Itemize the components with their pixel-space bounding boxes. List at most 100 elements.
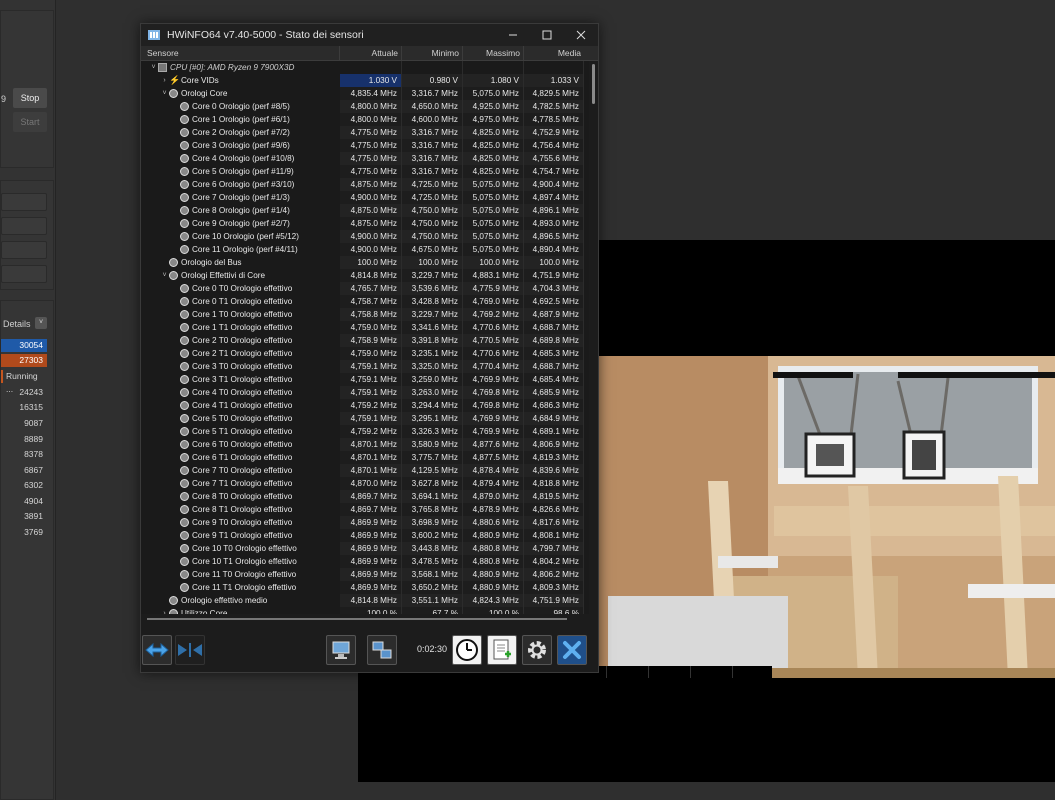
expand-toggle-icon[interactable]: › [160, 607, 169, 614]
value-current: 100.0 % [340, 607, 402, 614]
sensor-row[interactable]: Core 1 Orologio (perf #6/1) 4,800.0 MHz 4,… [141, 113, 589, 126]
clock-icon [180, 284, 189, 293]
expand-toggle-icon[interactable]: ˅ [160, 269, 169, 282]
sensor-row[interactable]: Core 10 T0 Orologio effettivo 4,869.9 MHz… [141, 542, 589, 555]
sensor-row[interactable]: Core 5 Orologio (perf #11/9) 4,775.0 MHz 3… [141, 165, 589, 178]
title-bar[interactable]: HWiNFO64 v7.40-5000 - Stato dei sensori [141, 24, 598, 46]
stop-button[interactable]: Stop [13, 88, 47, 108]
sensor-row[interactable]: Core 8 Orologio (perf #1/4) 4,875.0 MHz 4,… [141, 204, 589, 217]
expand-toggle-icon[interactable]: ˅ [160, 87, 169, 100]
bg-field-3[interactable] [1, 241, 47, 259]
sensor-row[interactable]: › Utilizzo Core 100.0 % 67.7 % 100.0 % 98.6 % [141, 607, 589, 614]
expand-toggle-icon[interactable]: ˅ [149, 61, 158, 74]
bg-value-10[interactable]: 4904 [1, 495, 47, 508]
sensor-row[interactable]: Core 7 Orologio (perf #1/3) 4,900.0 MHz 4,… [141, 191, 589, 204]
header-avg[interactable]: Media [524, 46, 598, 61]
sensor-row[interactable]: Core 4 Orologio (perf #10/8) 4,775.0 MHz 3… [141, 152, 589, 165]
sensor-row[interactable]: Core 1 T0 Orologio effettivo 4,758.8 MHz 3… [141, 308, 589, 321]
start-button[interactable]: Start [13, 112, 47, 132]
sensor-row[interactable]: Core 9 Orologio (perf #2/7) 4,875.0 MHz 4,… [141, 217, 589, 230]
bg-value-12[interactable]: 3769 [1, 526, 47, 539]
sensor-row[interactable]: ˅ Orologi Effettivi di Core 4,814.8 MHz 3,2… [141, 269, 589, 282]
bg-value-4[interactable]: 16315 [1, 401, 47, 414]
sensor-row[interactable]: Core 0 Orologio (perf #8/5) 4,800.0 MHz 4,… [141, 100, 589, 113]
bg-value-3[interactable]: 24243 [1, 386, 47, 399]
value-min: 3,443.8 MHz [402, 542, 463, 555]
sensor-group-row[interactable]: ˅ CPU [#0]: AMD Ryzen 9 7900X3D [141, 61, 589, 74]
bg-value-6[interactable]: 8889 [1, 433, 47, 446]
bg-value-5[interactable]: 9087 [1, 417, 47, 430]
bg-value-11[interactable]: 3891 [1, 510, 47, 523]
details-dropdown-icon[interactable]: ˅ [35, 317, 47, 329]
settings-button[interactable] [522, 635, 552, 665]
sensor-row[interactable]: Core 10 T1 Orologio effettivo 4,869.9 MHz… [141, 555, 589, 568]
value-max: 4,878.9 MHz [463, 503, 524, 516]
sensor-row[interactable]: Core 8 T0 Orologio effettivo 4,869.7 MHz 3… [141, 490, 589, 503]
minimize-button[interactable] [496, 24, 530, 46]
header-sensor[interactable]: Sensore [141, 46, 340, 61]
hwinfo-sensor-window[interactable]: HWiNFO64 v7.40-5000 - Stato dei sensori … [140, 23, 599, 673]
sensor-row[interactable]: Core 2 T1 Orologio effettivo 4,759.0 MHz 3… [141, 347, 589, 360]
sensor-row[interactable]: Core 9 T1 Orologio effettivo 4,869.9 MHz 3… [141, 529, 589, 542]
bg-running-status[interactable]: Running ... [1, 370, 47, 394]
expand-columns-button[interactable] [142, 635, 172, 665]
sensor-row[interactable]: Core 11 T1 Orologio effettivo 4,869.9 MHz… [141, 581, 589, 594]
sensor-row[interactable]: Core 0 T1 Orologio effettivo 4,758.7 MHz 3… [141, 295, 589, 308]
sensor-row[interactable]: Core 7 T0 Orologio effettivo 4,870.1 MHz 4… [141, 464, 589, 477]
bg-field-4[interactable] [1, 265, 47, 283]
sensor-row[interactable]: Core 6 T0 Orologio effettivo 4,870.1 MHz 3… [141, 438, 589, 451]
maximize-button[interactable] [530, 24, 564, 46]
sensor-row[interactable]: Orologio effettivo medio 4,814.8 MHz 3,551… [141, 594, 589, 607]
sensor-row[interactable]: Core 5 T1 Orologio effettivo 4,759.2 MHz 3… [141, 425, 589, 438]
bg-field-2[interactable] [1, 217, 47, 235]
bg-value-7[interactable]: 8378 [1, 448, 47, 461]
header-min[interactable]: Minimo [402, 46, 463, 61]
sensor-row[interactable]: Core 2 T0 Orologio effettivo 4,758.9 MHz 3… [141, 334, 589, 347]
horizontal-scrollbar[interactable] [141, 614, 589, 623]
sensor-row[interactable]: Core 9 T0 Orologio effettivo 4,869.9 MHz 3… [141, 516, 589, 529]
close-window-button[interactable] [564, 24, 598, 46]
close-sensors-button[interactable] [557, 635, 587, 665]
bg-field-1[interactable] [1, 193, 47, 211]
bg-value-9[interactable]: 6302 [1, 479, 47, 492]
sensor-row[interactable]: Core 3 Orologio (perf #9/6) 4,775.0 MHz 3,… [141, 139, 589, 152]
value-current: 4,875.0 MHz [340, 204, 402, 217]
expand-toggle-icon[interactable]: › [160, 74, 169, 87]
collapse-columns-button[interactable] [175, 635, 205, 665]
horizontal-scroll-thumb[interactable] [147, 618, 567, 620]
sensor-row[interactable]: Core 4 T1 Orologio effettivo 4,759.2 MHz 3… [141, 399, 589, 412]
sensor-row[interactable]: ˅ Orologi Core 4,835.4 MHz 3,316.7 MHz 5,075… [141, 87, 589, 100]
vertical-scroll-thumb[interactable] [592, 64, 595, 104]
value-min: 3,235.1 MHz [402, 347, 463, 360]
sensor-row[interactable]: Core 10 Orologio (perf #5/12) 4,900.0 MHz… [141, 230, 589, 243]
bg-value-8[interactable]: 6867 [1, 464, 47, 477]
value-max: 4,825.0 MHz [463, 152, 524, 165]
network-button[interactable] [367, 635, 397, 665]
sensor-row[interactable]: Core 3 T0 Orologio effettivo 4,759.1 MHz 3… [141, 360, 589, 373]
vertical-scrollbar[interactable] [589, 61, 598, 614]
sensor-row[interactable]: Core 4 T0 Orologio effettivo 4,759.1 MHz 3… [141, 386, 589, 399]
clock-reset-button[interactable] [452, 635, 482, 665]
sensor-row[interactable]: Core 11 T0 Orologio effettivo 4,869.9 MHz… [141, 568, 589, 581]
bg-value-2[interactable]: 27303 [1, 354, 47, 367]
sensor-row[interactable]: Orologio del Bus 100.0 MHz 100.0 MHz 100.0 … [141, 256, 589, 269]
report-button[interactable] [487, 635, 517, 665]
network-monitor-button[interactable] [326, 635, 356, 665]
sensor-row[interactable]: Core 6 Orologio (perf #3/10) 4,875.0 MHz 4… [141, 178, 589, 191]
header-max[interactable]: Massimo [463, 46, 524, 61]
header-current[interactable]: Attuale [340, 46, 402, 61]
sensor-row[interactable]: › ⚡ Core VIDs 1.030 V 0.980 V 1.080 V 1.033 V [141, 74, 589, 87]
sensor-row[interactable]: Core 8 T1 Orologio effettivo 4,869.7 MHz 3… [141, 503, 589, 516]
sensor-row[interactable]: Core 7 T1 Orologio effettivo 4,870.0 MHz 3… [141, 477, 589, 490]
bg-value-1[interactable]: 30054 [1, 339, 47, 352]
sensor-row[interactable]: Core 0 T0 Orologio effettivo 4,765.7 MHz 3… [141, 282, 589, 295]
sensor-row[interactable]: Core 11 Orologio (perf #4/11) 4,900.0 MHz… [141, 243, 589, 256]
value-current: 4,869.9 MHz [340, 568, 402, 581]
value-min: 4,750.0 MHz [402, 204, 463, 217]
sensor-row[interactable]: Core 3 T1 Orologio effettivo 4,759.1 MHz 3… [141, 373, 589, 386]
sensor-list[interactable]: ˅ CPU [#0]: AMD Ryzen 9 7900X3D › ⚡ Core VID… [141, 61, 589, 614]
sensor-row[interactable]: Core 2 Orologio (perf #7/2) 4,775.0 MHz 3,… [141, 126, 589, 139]
sensor-row[interactable]: Core 5 T0 Orologio effettivo 4,759.1 MHz 3… [141, 412, 589, 425]
sensor-row[interactable]: Core 1 T1 Orologio effettivo 4,759.0 MHz 3… [141, 321, 589, 334]
sensor-row[interactable]: Core 6 T1 Orologio effettivo 4,870.1 MHz 3… [141, 451, 589, 464]
